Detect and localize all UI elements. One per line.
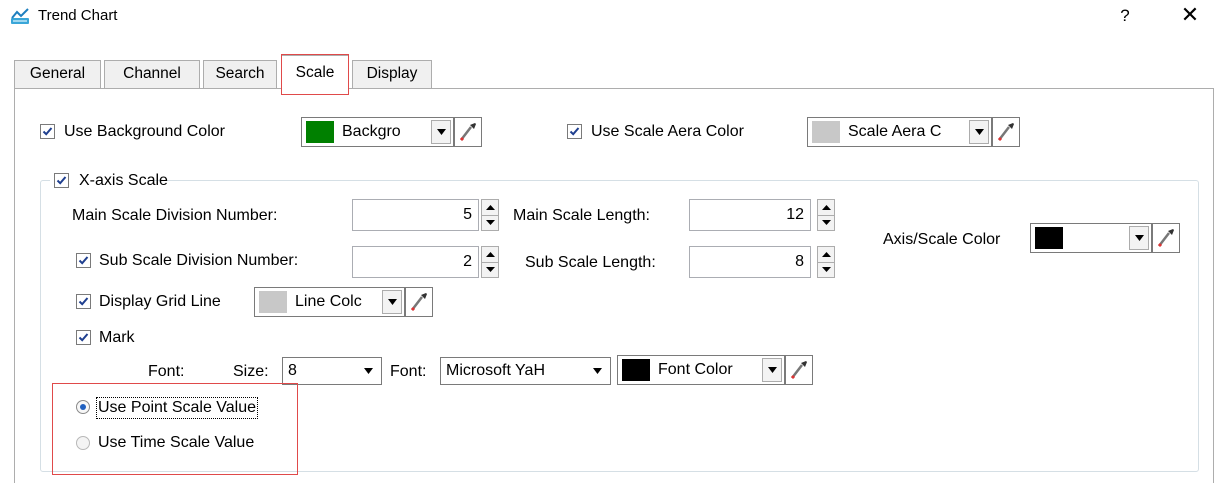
- sub-scale-length-input[interactable]: 8: [689, 246, 811, 278]
- use-point-scale-value-label: Use Point Scale Value: [96, 397, 259, 419]
- font-color-combo[interactable]: Font Color: [617, 355, 785, 385]
- font-family-select[interactable]: Microsoft YaH: [440, 357, 611, 385]
- background-color-text: Backgro: [342, 123, 401, 140]
- eyedropper-icon: [790, 361, 807, 380]
- tab-scale[interactable]: Scale: [281, 55, 349, 90]
- use-point-scale-value-radio[interactable]: [76, 400, 90, 414]
- use-background-color-checkbox[interactable]: [40, 124, 55, 139]
- display-grid-line-label: Display Grid Line: [99, 293, 221, 310]
- checkmark-icon: [569, 127, 580, 136]
- spin-down-icon[interactable]: [481, 262, 499, 278]
- grid-line-color-picker-button[interactable]: [405, 287, 433, 317]
- help-button[interactable]: ?: [1117, 5, 1133, 27]
- mark-checkbox[interactable]: [76, 330, 91, 345]
- main-scale-length-input[interactable]: 12: [689, 199, 811, 231]
- use-scale-area-color-label: Use Scale Aera Color: [591, 123, 744, 140]
- scale-area-color-text: Scale Aera C: [848, 123, 942, 140]
- main-scale-length-stepper[interactable]: [817, 199, 835, 231]
- checkmark-icon: [78, 333, 89, 342]
- background-color-swatch: [306, 121, 334, 143]
- chevron-down-icon[interactable]: [1129, 226, 1149, 250]
- background-color-picker-button[interactable]: [454, 117, 482, 147]
- chevron-down-icon: [364, 368, 373, 374]
- chevron-down-icon: [593, 368, 602, 374]
- window-title: Trend Chart: [38, 7, 118, 24]
- use-scale-area-color-checkbox[interactable]: [567, 124, 582, 139]
- checkmark-icon: [78, 297, 89, 306]
- tab-display[interactable]: Display: [352, 60, 432, 88]
- sub-scale-division-stepper[interactable]: [481, 246, 499, 278]
- font-color-swatch: [622, 359, 650, 381]
- main-scale-division-input[interactable]: 5: [352, 199, 479, 231]
- x-axis-scale-checkbox[interactable]: [54, 173, 69, 188]
- main-scale-division-stepper[interactable]: [481, 199, 499, 231]
- axis-scale-color-picker-button[interactable]: [1152, 223, 1180, 253]
- scale-area-color-picker-button[interactable]: [992, 117, 1020, 147]
- scale-area-color-combo[interactable]: Scale Aera C: [807, 117, 992, 147]
- spin-down-icon[interactable]: [481, 215, 499, 231]
- font-size-select[interactable]: 8: [282, 357, 382, 385]
- sub-scale-division-label: Sub Scale Division Number:: [99, 252, 299, 269]
- spin-up-icon[interactable]: [481, 199, 499, 216]
- use-time-scale-value-radio[interactable]: [76, 436, 90, 450]
- radio-selected-dot: [80, 404, 86, 410]
- tab-general[interactable]: General: [14, 60, 101, 88]
- grid-line-color-combo[interactable]: Line Colc: [254, 287, 405, 317]
- grid-line-color-text: Line Colc: [295, 293, 362, 310]
- chevron-down-icon[interactable]: [762, 358, 782, 382]
- grid-line-color-swatch: [259, 291, 287, 313]
- sub-scale-division-input[interactable]: 2: [352, 246, 479, 278]
- font-size-value: 8: [288, 362, 297, 379]
- axis-scale-color-combo[interactable]: [1030, 223, 1152, 253]
- use-background-color-label: Use Background Color: [64, 123, 225, 140]
- checkmark-icon: [56, 176, 67, 185]
- sub-scale-length-label: Sub Scale Length:: [525, 254, 656, 271]
- spin-up-icon[interactable]: [481, 246, 499, 263]
- spin-up-icon[interactable]: [817, 246, 835, 263]
- mark-label: Mark: [99, 329, 135, 346]
- checkmark-icon: [78, 256, 89, 265]
- chevron-down-icon[interactable]: [382, 290, 402, 314]
- spin-down-icon[interactable]: [817, 215, 835, 231]
- font-label: Font:: [390, 363, 427, 380]
- eyedropper-icon: [410, 293, 427, 312]
- trend-chart-app-icon: [11, 8, 29, 24]
- sub-scale-length-stepper[interactable]: [817, 246, 835, 278]
- font-caption: Font:: [148, 363, 185, 380]
- size-label: Size:: [233, 363, 269, 380]
- eyedropper-icon: [1157, 229, 1174, 248]
- chevron-down-icon[interactable]: [969, 120, 989, 144]
- eyedropper-icon: [459, 123, 476, 142]
- axis-scale-color-label: Axis/Scale Color: [883, 231, 1001, 248]
- scale-area-color-swatch: [812, 121, 840, 143]
- spin-up-icon[interactable]: [817, 199, 835, 216]
- use-time-scale-value-label: Use Time Scale Value: [98, 434, 255, 451]
- close-button[interactable]: ✕: [1178, 4, 1202, 26]
- tab-search[interactable]: Search: [203, 60, 277, 88]
- font-family-value: Microsoft YaH: [446, 362, 545, 379]
- checkmark-icon: [42, 127, 53, 136]
- sub-scale-division-checkbox[interactable]: [76, 253, 91, 268]
- tab-channel[interactable]: Channel: [104, 60, 200, 88]
- x-axis-scale-legend: X-axis Scale: [50, 170, 168, 192]
- display-grid-line-checkbox[interactable]: [76, 294, 91, 309]
- spin-down-icon[interactable]: [817, 262, 835, 278]
- font-color-text: Font Color: [658, 361, 733, 378]
- x-axis-scale-label: X-axis Scale: [79, 172, 168, 189]
- axis-scale-color-swatch: [1035, 227, 1063, 249]
- main-scale-length-label: Main Scale Length:: [513, 207, 650, 224]
- eyedropper-icon: [997, 123, 1014, 142]
- background-color-combo[interactable]: Backgro: [301, 117, 454, 147]
- font-color-picker-button[interactable]: [785, 355, 813, 385]
- chevron-down-icon[interactable]: [431, 120, 451, 144]
- main-scale-division-label: Main Scale Division Number:: [72, 207, 278, 224]
